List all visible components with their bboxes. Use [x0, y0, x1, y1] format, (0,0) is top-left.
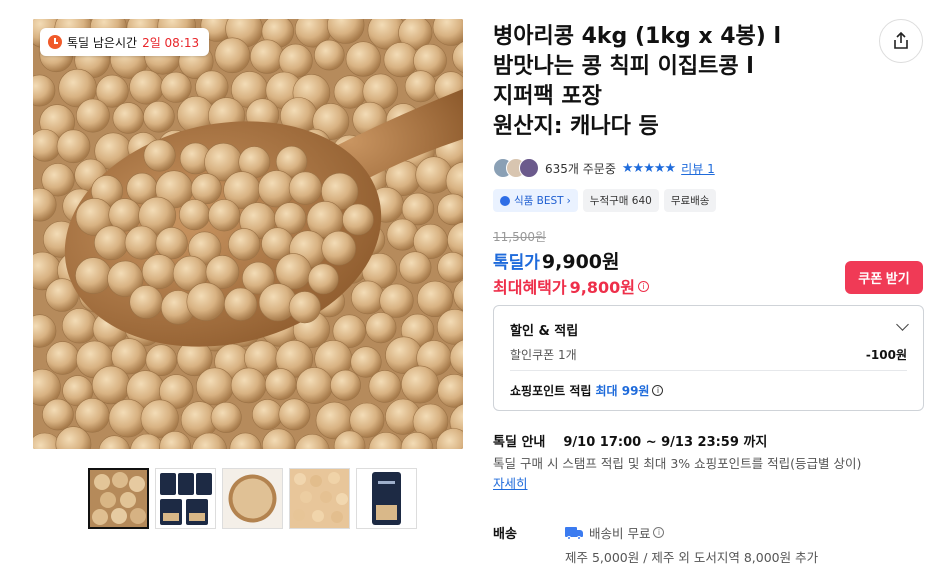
shipping-fee: 배송비 무료 — [589, 526, 651, 541]
max-benefit-row: 최대혜택가 9,800원 i — [493, 274, 649, 298]
avatar — [519, 158, 539, 178]
thumbnail-closeup-image — [290, 469, 349, 528]
thumbnail-packages-image — [156, 469, 215, 528]
order-count: 635개 주문중 — [545, 161, 616, 176]
thumbnail-strip — [88, 468, 417, 529]
chip-label: 누적구매 640 — [589, 195, 652, 207]
rating-stars: ★★★★★ — [621, 160, 676, 176]
product-title-line: 병아리콩 4kg (1kg x 4봉) l — [493, 24, 782, 49]
deal-price-label: 톡딜가 — [493, 253, 540, 273]
buyer-avatars — [493, 158, 541, 178]
discount-panel-heading: 할인 & 적립 — [510, 324, 579, 339]
truck-icon — [565, 526, 583, 540]
chickpea-photo — [33, 19, 463, 449]
thumbnail-4[interactable] — [289, 468, 350, 529]
deal-info-label: 톡딜 안내 — [493, 435, 546, 450]
max-benefit-price: 9,800원 — [569, 278, 635, 297]
info-icon[interactable]: i — [637, 280, 649, 292]
original-price: 11,500원 — [493, 230, 547, 244]
thumbnail-3[interactable] — [222, 468, 283, 529]
coupon-count-label: 할인쿠폰 1개 — [510, 348, 577, 362]
product-title: 병아리콩 4kg (1kg x 4봉) l 밤맛나는 콩 칙피 이집트콩 l 지… — [493, 22, 833, 142]
share-button[interactable] — [879, 19, 923, 63]
deal-price: 9,900원 — [541, 251, 620, 273]
product-title-line: 밤맛나는 콩 칙피 이집트콩 l — [493, 54, 754, 79]
thumbnail-chickpeas-image — [90, 470, 147, 527]
thumbnail-1[interactable] — [88, 468, 149, 529]
chip-food-best[interactable]: 식품 BEST › — [493, 189, 578, 212]
discount-points-panel[interactable]: 할인 & 적립 할인쿠폰 1개 -100원 쇼핑포인트 적립 최대 99원 i — [493, 305, 924, 411]
timer-value: 2일 08:13 — [142, 35, 200, 50]
share-icon — [894, 31, 908, 49]
thumbnail-single-package-image — [357, 469, 416, 528]
shipping-label: 배송 — [493, 527, 517, 542]
thumbnail-bowl-image — [223, 469, 282, 528]
main-product-image[interactable] — [33, 19, 463, 449]
max-benefit-label: 최대혜택가 — [493, 278, 567, 297]
product-chips: 식품 BEST › 누적구매 640 무료배송 — [493, 189, 717, 212]
deal-info-row: 톡딜 안내 9/10 17:00 ~ 9/13 23:59 까지 — [493, 431, 767, 450]
deal-timer-badge: 톡딜 남은시간 2일 08:13 — [40, 28, 210, 56]
chevron-right-icon: › — [566, 194, 571, 207]
chip-label: 식품 BEST — [514, 195, 564, 207]
deal-period: 9/10 17:00 ~ 9/13 23:59 까지 — [563, 435, 768, 450]
points-value: 최대 99원 — [595, 384, 650, 398]
deal-price-row: 톡딜가 9,900원 — [493, 247, 620, 274]
thumbnail-2[interactable] — [155, 468, 216, 529]
chip-label: 무료배송 — [670, 195, 710, 207]
get-coupon-button[interactable]: 쿠폰 받기 — [845, 261, 923, 294]
info-icon[interactable]: i — [652, 385, 664, 396]
shopping-points-row: 쇼핑포인트 적립 최대 99원 i — [510, 382, 664, 399]
shipping-fee-row: 배송비 무료 i — [565, 523, 665, 542]
timer-label: 톡딜 남은시간 — [67, 35, 138, 50]
chip-free-shipping: 무료배송 — [663, 189, 717, 212]
thumbnail-5[interactable] — [356, 468, 417, 529]
shipping-extra-fees: 제주 5,000원 / 제주 외 도서지역 8,000원 추가 — [565, 550, 819, 565]
best-badge-icon — [500, 195, 510, 206]
divider — [510, 370, 907, 371]
chip-cumulative-purchases: 누적구매 640 — [582, 189, 659, 212]
points-label: 쇼핑포인트 적립 — [510, 384, 592, 398]
review-link[interactable]: 리뷰 1 — [681, 160, 715, 177]
details-link[interactable]: 자세히 — [493, 473, 528, 492]
deal-description: 톡딜 구매 시 스탬프 적립 및 최대 3% 쇼핑포인트를 적립(등급별 상이) — [493, 456, 862, 471]
product-title-line: 지퍼팩 포장 — [493, 84, 602, 109]
review-summary: 635개 주문중 ★★★★★ 리뷰 1 — [493, 157, 715, 179]
chevron-down-icon[interactable] — [896, 318, 909, 331]
info-icon[interactable]: i — [653, 527, 665, 538]
product-title-line: 원산지: 캐나다 등 — [493, 114, 659, 139]
clock-icon — [48, 35, 62, 49]
coupon-discount-value: -100원 — [865, 348, 907, 362]
